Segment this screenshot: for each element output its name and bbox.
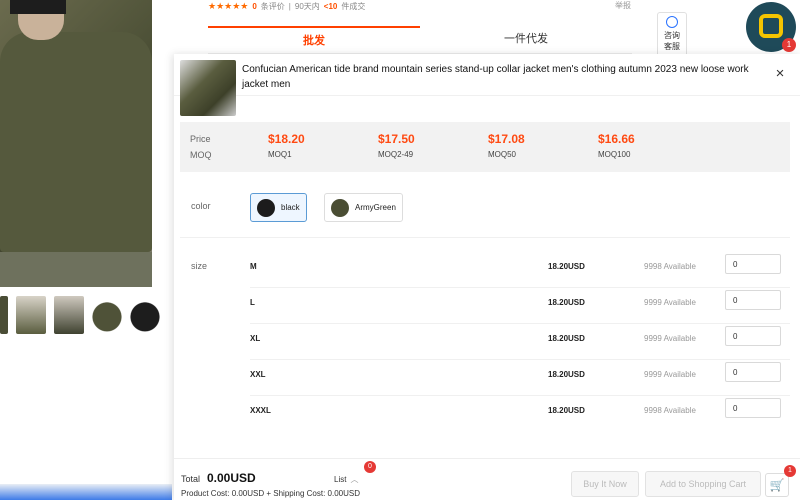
size-row: XXL 18.20USD 9999 Available [250,360,790,396]
size-price: 18.20USD [548,406,585,415]
chevron-up-icon: ︿ [350,475,359,484]
add-to-cart-button[interactable]: Add to Shopping Cart [645,471,761,497]
size-row: XXXL 18.20USD 9998 Available [250,396,790,432]
thumbnail-1[interactable] [16,296,46,334]
sales-suffix: 件成交 [341,1,366,11]
drawer-product-thumbnail [180,60,236,116]
thumbnail-2[interactable] [54,296,84,334]
consult-label-1: 咨询 [664,31,680,40]
purchase-tabs: 批发 一件代发 [208,26,632,54]
size-availability: 9999 Available [644,370,696,379]
tier-price: $18.20 [268,132,305,146]
customer-service-button[interactable]: 咨询 客服 [657,12,687,58]
size-row: XL 18.20USD 9999 Available [250,324,790,360]
size-row: L 18.20USD 9999 Available [250,288,790,324]
color-label: color [191,201,211,211]
product-title: Confucian American tide brand mountain s… [242,64,749,90]
color-option-armygreen[interactable]: ArmyGreen [324,193,403,222]
color-option-label: ArmyGreen [355,203,396,212]
size-availability: 9999 Available [644,298,696,307]
total-label: Total [181,474,201,484]
color-swatch-armygreen [331,198,349,217]
cart-badge: 1 [784,465,796,477]
size-name: XXL [250,370,266,379]
size-name: XL [250,334,261,343]
rating-count-number: 0 [252,1,257,11]
quantity-input[interactable] [725,362,781,382]
tier-price: $17.50 [378,132,415,146]
size-price: 18.20USD [548,298,585,307]
size-price: 18.20USD [548,334,585,343]
tier-moq: MOQ100 [598,150,631,159]
tier-price: $16.66 [598,132,635,146]
assistant-fab-button[interactable]: 1 [746,2,796,52]
size-price: 18.20USD [548,262,585,271]
sales-count: <10 [323,1,338,11]
tier-moq: MOQ1 [268,150,292,159]
color-option-black[interactable]: black [250,193,307,222]
quantity-input[interactable] [725,254,781,274]
size-name: M [250,262,257,271]
drawer-footer: Total 0.00USD List ︿ 0 Product Cost: 0.00… [174,458,800,500]
size-availability: 9998 Available [644,406,696,415]
thumbnail-strip [0,296,160,336]
rating-row: ★★★★★ 0 条评价 | 90天内 <10 件成交 [208,0,365,12]
assistant-logo-icon [759,14,783,38]
fab-badge: 1 [782,38,796,52]
tab-dropship[interactable]: 一件代发 [420,26,632,54]
color-option-label: black [281,203,300,212]
size-name: XXXL [250,406,271,415]
quantity-input[interactable] [725,398,781,418]
thumbnail-4[interactable] [130,296,160,334]
size-row: M 18.20USD 9998 Available [250,252,790,288]
product-main-image[interactable] [0,0,152,287]
divider [180,237,790,238]
tier-price: $17.08 [488,132,525,146]
price-tier: $17.08 MOQ50 [488,132,525,159]
size-availability: 9998 Available [644,262,696,271]
quantity-input[interactable] [725,290,781,310]
chat-icon [666,16,678,28]
pants-shape [0,252,152,287]
drawer-header: Confucian American tide brand mountain s… [174,54,800,116]
price-tier: $18.20 MOQ1 [268,132,305,159]
list-badge: 0 [364,461,376,473]
list-label: List [334,475,347,484]
size-label: size [191,261,208,271]
tier-moq: MOQ50 [488,150,517,159]
rating-count-text[interactable]: 条评价 [261,1,285,12]
separator: | [288,1,291,11]
cost-breakdown: Product Cost: 0.00USD + Shipping Cost: 0… [181,489,360,498]
quantity-input[interactable] [725,326,781,346]
size-price: 18.20USD [548,370,585,379]
price-tier: $17.50 MOQ2-49 [378,132,415,159]
tab-wholesale[interactable]: 批发 [208,26,420,54]
sku-selection-drawer: Confucian American tide brand mountain s… [174,54,800,500]
cart-icon[interactable]: 🛒 [765,473,789,497]
price-tier-box: Price MOQ $18.20 MOQ1 $17.50 MOQ2-49 $17… [180,122,790,172]
price-tier: $16.66 MOQ100 [598,132,635,159]
model-cap [10,0,66,14]
list-toggle[interactable]: List ︿ [334,474,358,485]
report-link[interactable]: 举报 [615,0,631,11]
buy-now-button[interactable]: Buy It Now [571,471,639,497]
total-value: 0.00USD [207,471,256,485]
size-name: L [250,298,255,307]
sales-prefix: 90天内 [294,1,320,11]
close-icon[interactable]: × [772,66,788,82]
taskbar-strip [0,484,172,500]
color-swatch-black [257,198,275,217]
rating-stars-icon: ★★★★★ [208,0,249,11]
thumbnail-0[interactable] [0,296,8,334]
tier-moq: MOQ2-49 [378,150,414,159]
consult-label-2: 客服 [664,42,680,51]
jacket-shape [0,32,152,252]
price-label: Price [190,134,211,144]
moq-label: MOQ [190,150,212,160]
thumbnail-3[interactable] [92,296,122,334]
size-availability: 9999 Available [644,334,696,343]
